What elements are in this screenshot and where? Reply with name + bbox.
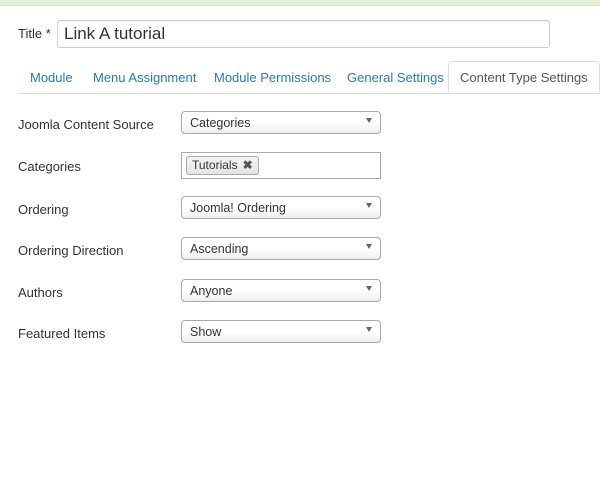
chevron-down-icon [366, 203, 372, 208]
featured-items-value: Show [190, 325, 222, 339]
tab-module[interactable]: Module [30, 61, 73, 93]
chevron-down-icon [366, 327, 372, 332]
authors-value: Anyone [190, 284, 233, 298]
chevron-down-icon [366, 118, 372, 123]
ordering-value: Joomla! Ordering [190, 201, 286, 215]
categories-label: Categories [18, 159, 81, 174]
tab-general-settings[interactable]: General Settings [347, 61, 444, 93]
title-input[interactable] [57, 20, 550, 48]
ordering-direction-select[interactable]: Ascending [181, 237, 381, 260]
category-tag-label: Tutorials [192, 158, 238, 172]
category-tag: Tutorials ✖ [186, 156, 259, 175]
success-message-strip [0, 0, 600, 6]
chevron-down-icon [366, 244, 372, 249]
categories-multiselect[interactable]: Tutorials ✖ [181, 152, 381, 179]
authors-select[interactable]: Anyone [181, 279, 381, 302]
featured-items-label: Featured Items [18, 326, 106, 341]
ordering-label: Ordering [18, 202, 69, 217]
close-icon[interactable]: ✖ [243, 158, 253, 172]
content-source-label: Joomla Content Source [18, 117, 154, 132]
content-source-value: Categories [190, 116, 251, 130]
ordering-select[interactable]: Joomla! Ordering [181, 196, 381, 219]
tab-menu-assignment[interactable]: Menu Assignment [93, 61, 196, 93]
tab-module-permissions[interactable]: Module Permissions [214, 61, 331, 93]
tab-content-type-settings[interactable]: Content Type Settings [448, 61, 600, 93]
ordering-direction-value: Ascending [190, 242, 249, 256]
content-source-select[interactable]: Categories [181, 111, 381, 134]
featured-items-select[interactable]: Show [181, 320, 381, 343]
ordering-direction-label: Ordering Direction [18, 243, 124, 258]
title-label: Title * [18, 26, 51, 41]
authors-label: Authors [18, 285, 63, 300]
chevron-down-icon [366, 286, 372, 291]
tab-bar: Module Menu Assignment Module Permission… [18, 61, 600, 94]
